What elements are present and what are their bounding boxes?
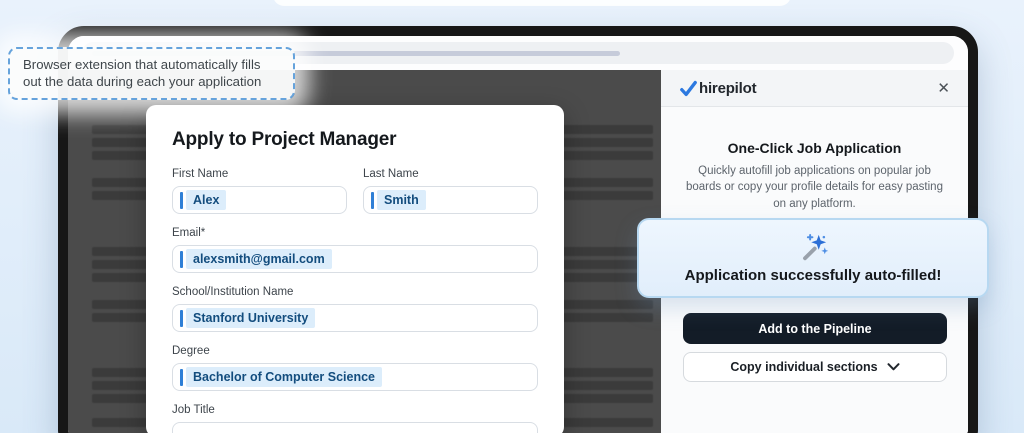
magic-wand-icon <box>803 234 829 261</box>
field-value: Bachelor of Computer Science <box>186 367 382 387</box>
extension-header: hirepilot ✕ <box>661 70 968 107</box>
success-message: Application successfully auto-filled! <box>684 267 942 284</box>
field-label: First Name <box>172 168 229 180</box>
field-label: Degree <box>172 345 210 357</box>
add-to-pipeline-button[interactable]: Add to the Pipeline <box>683 313 947 344</box>
page-background: Apply to Project Manager First Name Alex… <box>0 0 1024 433</box>
application-form-card: Apply to Project Manager First Name Alex… <box>146 105 564 433</box>
job-title-input[interactable] <box>172 422 538 433</box>
decorative-pill <box>273 0 791 6</box>
first-name-field: First Name Alex <box>172 168 347 214</box>
form-title: Apply to Project Manager <box>172 129 397 150</box>
copy-sections-label: Copy individual sections <box>730 360 878 374</box>
degree-field: Degree Bachelor of Computer Science <box>172 345 538 391</box>
text-caret <box>180 368 183 386</box>
school-field: School/Institution Name Stanford Univers… <box>172 286 538 332</box>
text-caret <box>371 191 374 209</box>
field-value: Stanford University <box>186 308 316 328</box>
first-name-input[interactable]: Alex <box>172 186 347 214</box>
callout-tooltip: Browser extension that automatically fil… <box>8 47 295 100</box>
name-fields-row: First Name Alex Last Name Smith <box>172 168 538 227</box>
dimmed-page: Apply to Project Manager First Name Alex… <box>68 70 661 433</box>
email-field: Email* alexsmith@gmail.com <box>172 227 538 273</box>
field-label: Job Title <box>172 404 215 416</box>
school-input[interactable]: Stanford University <box>172 304 538 332</box>
checkmark-icon <box>680 80 697 96</box>
degree-input[interactable]: Bachelor of Computer Science <box>172 363 538 391</box>
panel-heading: One-Click Job Application <box>727 140 902 156</box>
text-caret <box>180 250 183 268</box>
field-label: Last Name <box>363 168 419 180</box>
job-title-field: Job Title <box>172 404 538 433</box>
last-name-input[interactable]: Smith <box>363 186 538 214</box>
field-value: Smith <box>377 190 426 210</box>
autofill-success-banner: Application successfully auto-filled! <box>637 218 989 298</box>
text-caret <box>180 309 183 327</box>
copy-sections-button[interactable]: Copy individual sections <box>683 352 947 382</box>
email-input[interactable]: alexsmith@gmail.com <box>172 245 538 273</box>
field-label: Email* <box>172 227 206 239</box>
text-caret <box>180 191 183 209</box>
field-value: Alex <box>186 190 227 210</box>
panel-description: Quickly autofill job applications on pop… <box>686 165 943 210</box>
brand-logo: hirepilot <box>679 79 757 98</box>
chevron-down-icon <box>887 363 900 371</box>
brand-name: hirepilot <box>699 79 757 97</box>
close-icon[interactable]: ✕ <box>937 81 950 96</box>
field-label: School/Institution Name <box>172 286 294 298</box>
field-value: alexsmith@gmail.com <box>186 249 332 269</box>
last-name-field: Last Name Smith <box>363 168 538 214</box>
